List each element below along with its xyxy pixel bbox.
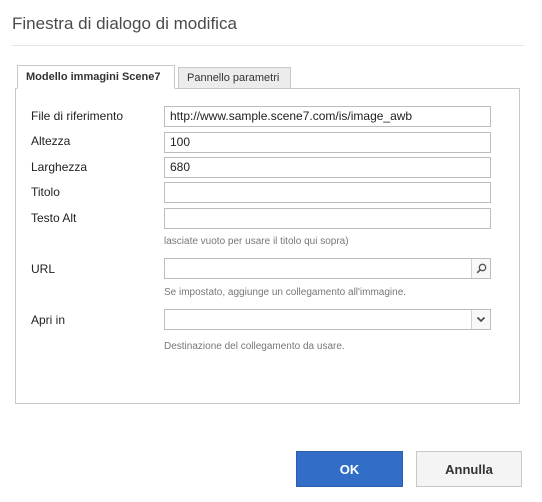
height-input[interactable]: 100 [164,132,491,153]
url-input[interactable] [164,258,491,279]
height-label: Altezza [31,134,71,148]
width-input[interactable]: 680 [164,157,491,178]
tab-panel: File di riferimento http://www.sample.sc… [15,88,520,404]
file-label: File di riferimento [31,109,124,123]
url-hint: Se impostato, aggiunge un collegamento a… [164,287,407,298]
title-input[interactable] [164,182,491,203]
dialog-title: Finestra di dialogo di modifica [12,14,237,33]
file-reference-input[interactable]: http://www.sample.scene7.com/is/image_aw… [164,106,491,127]
title-label: Titolo [31,185,60,199]
open-in-label: Apri in [31,313,66,327]
url-label: URL [31,262,56,276]
title-divider [12,45,524,46]
tab-bar: Modello immagini Scene7 Pannello paramet… [17,65,291,89]
tab-scene7-image-template[interactable]: Modello immagini Scene7 [17,65,175,89]
alt-text-hint: lasciate vuoto per usare il titolo qui s… [164,236,349,247]
search-icon[interactable] [471,259,490,278]
tab-parameters-panel[interactable]: Pannello parametri [178,67,291,89]
open-in-hint: Destinazione del collegamento da usare. [164,341,345,352]
chevron-down-icon[interactable] [471,310,490,329]
alt-text-input[interactable] [164,208,491,229]
ok-button[interactable]: OK [296,451,403,487]
alt-text-label: Testo Alt [31,211,77,225]
cancel-button[interactable]: Annulla [416,451,522,487]
open-in-select[interactable] [164,309,491,330]
width-label: Larghezza [31,160,88,174]
